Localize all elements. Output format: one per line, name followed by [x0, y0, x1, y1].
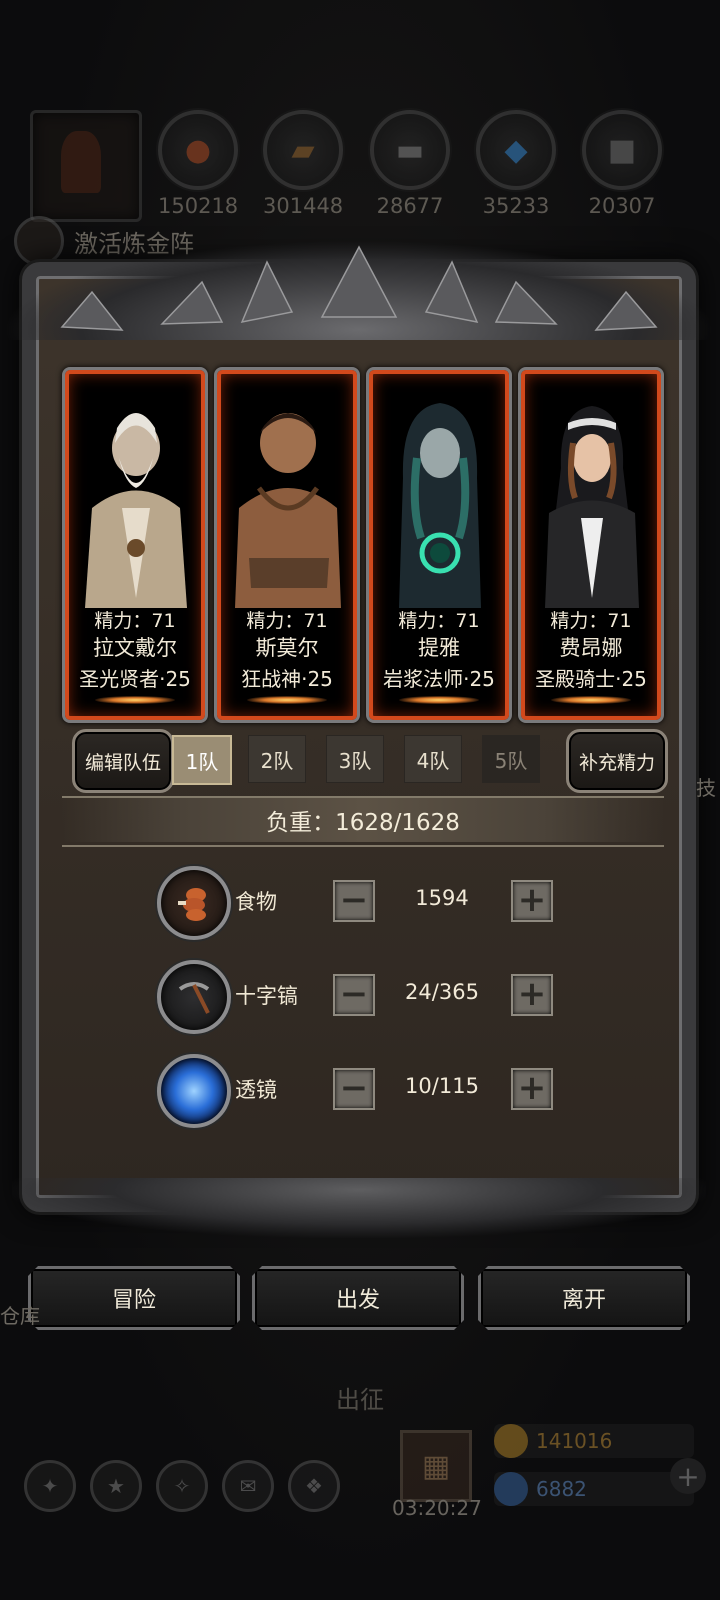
- hero-glow: [247, 696, 327, 704]
- hero-portrait: [545, 406, 639, 608]
- supply-value: 24/365: [405, 980, 479, 1004]
- hero-name: 斯莫尔: [255, 636, 319, 660]
- supply-row-pickaxe: 十字镐 − 24/365 +: [157, 960, 577, 1034]
- hero-list: 精力：71 拉文戴尔 圣光贤者·25 精力：71 斯莫尔 狂战神·25 精力：7…: [62, 367, 664, 723]
- hero-class-level: 圣殿骑士·25: [535, 667, 647, 691]
- alchemy-label: 激活炼金阵: [74, 229, 194, 258]
- resource-value: 20307: [588, 194, 656, 218]
- hero-portrait: [235, 413, 341, 608]
- supply-label: 食物: [235, 890, 277, 914]
- supply-label: 透镜: [235, 1078, 277, 1102]
- hero-card[interactable]: 精力：71 斯莫尔 狂战神·25: [214, 367, 360, 723]
- hero-stamina: 精力：71: [550, 610, 632, 632]
- alchemy-icon: [14, 216, 64, 266]
- decrease-button[interactable]: −: [333, 974, 375, 1016]
- hero-stamina: 精力：71: [398, 610, 480, 632]
- resource-iron: ▬ 28677: [370, 110, 450, 218]
- refill-stamina-button[interactable]: 补充精力: [566, 729, 668, 793]
- gold-counter: 141016: [494, 1424, 694, 1458]
- depart-button[interactable]: 出发: [252, 1266, 464, 1330]
- tab-team-1[interactable]: 1队: [172, 735, 232, 785]
- hero-class-level: 圣光贤者·25: [79, 667, 191, 691]
- menu-icon[interactable]: ✦: [24, 1460, 76, 1512]
- hero-glow: [551, 696, 631, 704]
- tab-team-5[interactable]: 5队: [482, 735, 540, 783]
- team-tabs: 编辑队伍 1队 2队 3队 4队 5队 补充精力: [72, 729, 668, 793]
- leave-button[interactable]: 离开: [478, 1266, 690, 1330]
- supply-row-food: 食物 − 1594 +: [157, 866, 577, 940]
- gift-timer: 03:20:27: [392, 1496, 482, 1520]
- gold-value: 141016: [536, 1429, 613, 1453]
- resource-value: 35233: [482, 194, 550, 218]
- rune-icon[interactable]: ✧: [156, 1460, 208, 1512]
- divider: [62, 845, 664, 847]
- pickaxe-icon: [157, 960, 231, 1034]
- increase-button[interactable]: +: [511, 1068, 553, 1110]
- resource-value: 301448: [263, 194, 344, 218]
- star-icon[interactable]: ★: [90, 1460, 142, 1512]
- hero-glow: [399, 696, 479, 704]
- gem-icon: [494, 1472, 528, 1506]
- hero-stamina: 精力：71: [94, 610, 176, 632]
- supply-value: 10/115: [405, 1074, 479, 1098]
- hero-class-level: 岩浆法师·25: [383, 667, 495, 691]
- hero-class-level: 狂战神·25: [241, 667, 333, 691]
- resource-wood: ▰ 301448: [263, 110, 343, 218]
- hero-stamina: 精力：71: [246, 610, 328, 632]
- expedition-panel: 精力：71 拉文戴尔 圣光贤者·25 精力：71 斯莫尔 狂战神·25 精力：7…: [2, 240, 716, 1238]
- depart-title: 出征: [336, 1386, 384, 1414]
- lens-icon: [157, 1054, 231, 1128]
- resource-bar: ● 150218 ▰ 301448 ▬ 28677 ◆ 35233 ■ 2030…: [0, 105, 720, 225]
- resource-meat: ● 150218: [158, 110, 238, 218]
- resource-value: 150218: [158, 194, 239, 218]
- add-currency-button[interactable]: +: [670, 1458, 706, 1494]
- edit-team-button[interactable]: 编辑队伍: [72, 729, 174, 793]
- hero-name: 拉文戴尔: [93, 636, 177, 660]
- gem-counter: 6882: [494, 1472, 694, 1506]
- weight-capacity: 负重：1628/1628: [62, 798, 664, 842]
- background-bottom: 出征 ✦ ★ ✧ ✉ ❖ ▦ 03:20:27 141016 6882 +: [0, 1330, 720, 1600]
- crystal-icon: ◆: [476, 110, 556, 190]
- player-avatar[interactable]: [30, 110, 142, 222]
- hero-portrait: [399, 403, 481, 608]
- hero-glow: [95, 696, 175, 704]
- adventure-button[interactable]: 冒险: [28, 1266, 240, 1330]
- hero-portrait: [85, 413, 187, 608]
- wood-icon: ▰: [263, 110, 343, 190]
- gift-icon[interactable]: ▦: [400, 1430, 472, 1502]
- decrease-button[interactable]: −: [333, 1068, 375, 1110]
- gem-value: 6882: [536, 1477, 587, 1501]
- alchemy-activate[interactable]: 激活炼金阵: [14, 216, 194, 266]
- hero-name: 费昂娜: [559, 636, 623, 660]
- side-label-right: 技: [696, 776, 716, 800]
- hero-card[interactable]: 精力：71 费昂娜 圣殿骑士·25: [518, 367, 664, 723]
- stone-icon: ■: [582, 110, 662, 190]
- meat-icon: ●: [158, 110, 238, 190]
- mail-icon[interactable]: ✉: [222, 1460, 274, 1512]
- gold-icon: [494, 1424, 528, 1458]
- hero-card[interactable]: 精力：71 提雅 岩浆法师·25: [366, 367, 512, 723]
- decrease-button[interactable]: −: [333, 880, 375, 922]
- iron-icon: ▬: [370, 110, 450, 190]
- tab-team-3[interactable]: 3队: [326, 735, 384, 783]
- increase-button[interactable]: +: [511, 974, 553, 1016]
- tab-team-4[interactable]: 4队: [404, 735, 462, 783]
- side-label-left: 仓库: [0, 1304, 40, 1328]
- supply-label: 十字镐: [235, 984, 298, 1008]
- tab-team-2[interactable]: 2队: [248, 735, 306, 783]
- resource-value: 28677: [376, 194, 444, 218]
- hero-card[interactable]: 精力：71 拉文戴尔 圣光贤者·25: [62, 367, 208, 723]
- resource-crystal: ◆ 35233: [476, 110, 556, 218]
- book-icon[interactable]: ❖: [288, 1460, 340, 1512]
- food-icon: [157, 866, 231, 940]
- increase-button[interactable]: +: [511, 880, 553, 922]
- resource-stone: ■ 20307: [582, 110, 662, 218]
- hero-name: 提雅: [418, 636, 460, 660]
- supply-row-lens: 透镜 − 10/115 +: [157, 1054, 577, 1128]
- supply-value: 1594: [415, 886, 469, 910]
